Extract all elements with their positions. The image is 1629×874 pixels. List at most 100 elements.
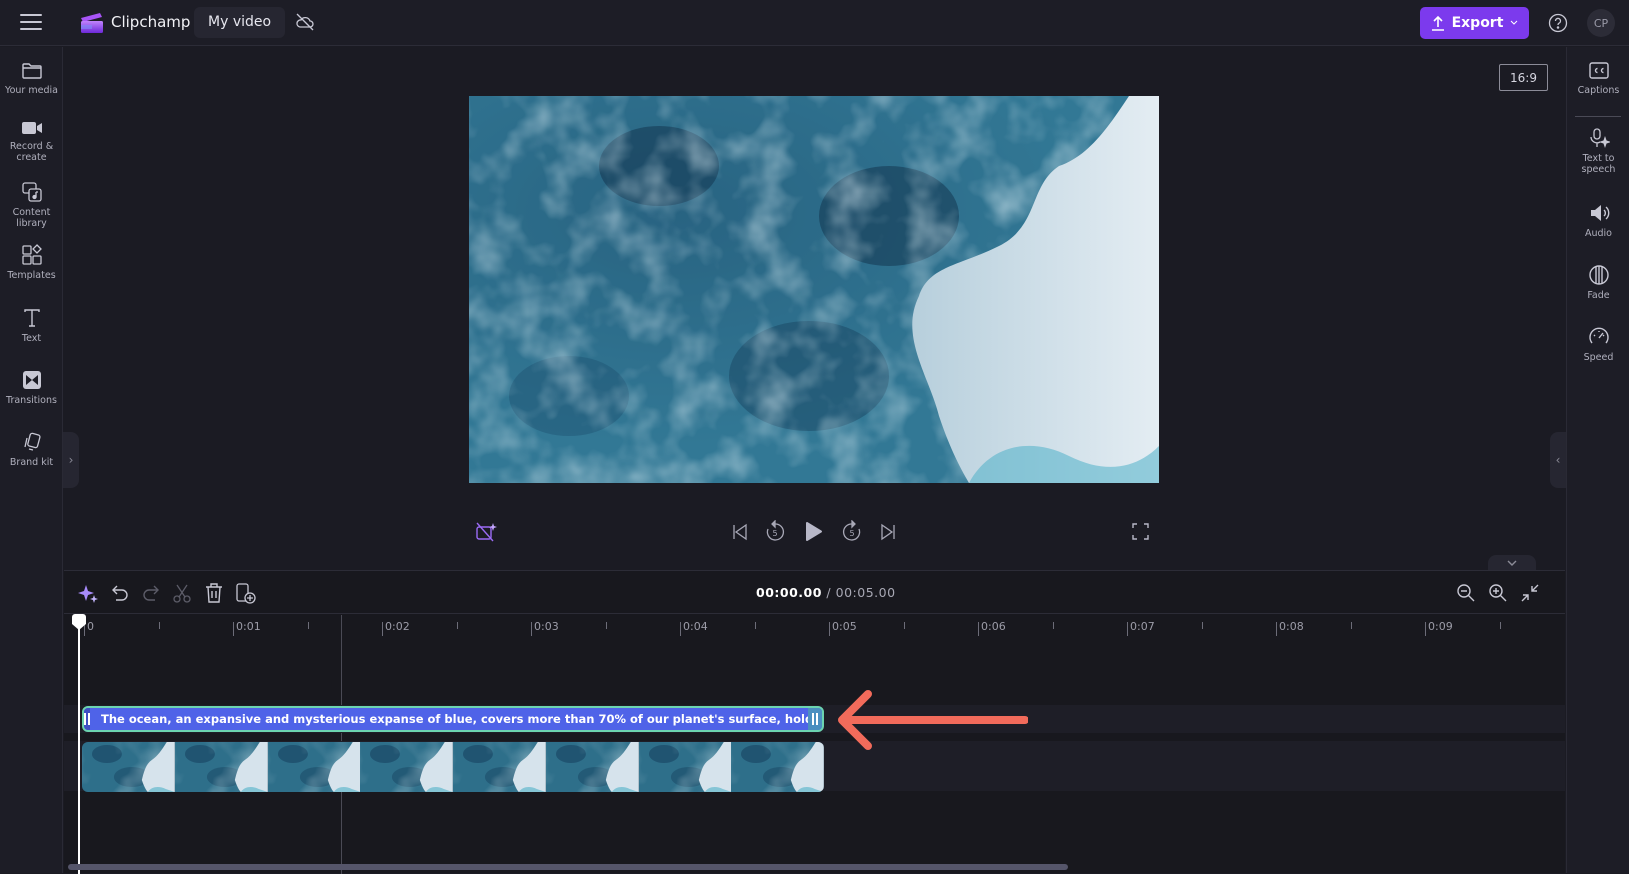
ruler-minor-tick — [1201, 622, 1203, 629]
sidebar-label: Text — [21, 333, 42, 344]
split-scissors-icon[interactable] — [171, 582, 193, 604]
fit-timeline-icon[interactable] — [1519, 582, 1541, 604]
ai-magic-icon[interactable] — [77, 582, 99, 604]
ruler-major-tick — [1127, 622, 1128, 636]
ruler-minor-tick — [1499, 622, 1501, 629]
sidebar-item-record-create[interactable]: Record & create — [0, 119, 63, 163]
ruler-minor-tick — [307, 622, 309, 629]
ruler-major-tick — [382, 622, 383, 636]
hamburger-icon[interactable] — [20, 14, 42, 32]
video-thumbnail — [545, 742, 639, 792]
playhead-line — [78, 615, 80, 874]
chevron-down-icon — [1511, 20, 1518, 25]
sidebar-item-text[interactable]: Text — [0, 307, 63, 344]
collapse-right-panel-button[interactable]: ‹ — [1550, 432, 1566, 488]
audio-icon — [1590, 205, 1609, 221]
video-preview[interactable] — [469, 96, 1159, 483]
ruler-minor-tick — [1350, 622, 1352, 629]
ruler-minor-tick — [754, 622, 756, 629]
ruler-minor-tick — [158, 622, 160, 629]
top-bar: Clipchamp My video Export CP — [0, 0, 1629, 46]
sidebar-item-fade[interactable]: Fade — [1567, 264, 1629, 301]
sidebar-label: Audio — [1584, 228, 1612, 239]
play-icon[interactable] — [805, 521, 823, 542]
ruler-major-tick — [531, 622, 532, 636]
captions-icon — [1588, 62, 1609, 79]
skip-to-start-icon[interactable] — [732, 523, 748, 541]
brand-name: Clipchamp — [111, 13, 191, 31]
fade-icon — [1588, 265, 1609, 285]
video-clip[interactable] — [82, 742, 824, 792]
upload-icon — [1431, 15, 1444, 31]
redo-icon[interactable] — [140, 582, 162, 604]
zoom-out-icon[interactable] — [1455, 582, 1477, 604]
sidebar-label: Captions — [1577, 85, 1620, 96]
sidebar-label: Text to speech — [1581, 153, 1616, 175]
help-icon[interactable] — [1548, 13, 1568, 33]
delete-icon[interactable] — [203, 582, 225, 604]
undo-icon[interactable] — [109, 582, 131, 604]
timeline-horizontal-scrollbar[interactable] — [68, 864, 1068, 870]
right-sidebar: Captions Text to speech Audio Fade Speed — [1566, 47, 1629, 873]
duplicate-icon[interactable] — [234, 582, 256, 604]
user-avatar[interactable]: CP — [1587, 9, 1615, 37]
caption-clip-text: The ocean, an expansive and mysterious e… — [101, 712, 822, 726]
video-thumbnail — [82, 742, 175, 792]
timeline: 00:00.00 / 00:05.00 0 0:01 0:02 0:03 0:04 0:0… — [64, 570, 1565, 874]
video-thumbnail — [267, 742, 361, 792]
cloud-off-icon[interactable] — [295, 12, 315, 32]
collapse-left-panel-button[interactable]: › — [63, 432, 79, 488]
ruler-tick-label: 0:02 — [385, 620, 410, 633]
ruler-minor-tick — [605, 622, 607, 629]
playhead-handle[interactable] — [72, 614, 86, 624]
ruler-tick-label: 0:08 — [1279, 620, 1304, 633]
sidebar-item-audio[interactable]: Audio — [1567, 202, 1629, 239]
ruler-major-tick — [233, 622, 234, 636]
svg-text:5: 5 — [849, 529, 854, 538]
content-library-icon — [21, 182, 42, 202]
forward-5-seconds-icon[interactable]: 5 — [842, 520, 862, 542]
collapse-preview-button[interactable] — [1488, 555, 1536, 570]
ai-caption-toggle-icon[interactable] — [476, 522, 498, 542]
ruler-tick-label: 0:05 — [832, 620, 857, 633]
ruler-tick-label: 0:01 — [236, 620, 261, 633]
ruler-tick-label: 0 — [87, 620, 94, 633]
caption-clip[interactable]: The ocean, an expansive and mysterious e… — [82, 706, 824, 732]
time-separator: / — [826, 585, 832, 600]
sidebar-item-content-library[interactable]: Content library — [0, 181, 63, 229]
video-thumbnail — [360, 742, 453, 792]
timeline-ruler[interactable]: 0 0:01 0:02 0:03 0:04 0:05 0:06 0:07 0:08 0:09 — [64, 613, 1565, 643]
video-thumbnail — [453, 742, 546, 792]
current-time: 00:00.00 — [756, 585, 822, 600]
video-thumbnail — [731, 742, 824, 792]
sidebar-item-transitions[interactable]: Transitions — [0, 369, 63, 406]
ruler-major-tick — [978, 622, 979, 636]
clip-trim-handle-left[interactable] — [84, 708, 90, 730]
skip-to-end-icon[interactable] — [880, 523, 896, 541]
project-title-button[interactable]: My video — [194, 7, 286, 38]
ruler-major-tick — [680, 622, 681, 636]
sidebar-item-brand-kit[interactable]: Brand kit — [0, 431, 63, 468]
sidebar-item-your-media[interactable]: Your media — [0, 61, 63, 96]
chevron-down-icon — [1507, 560, 1517, 566]
sidebar-label: Brand kit — [9, 457, 54, 468]
video-thumbnail — [638, 742, 732, 792]
export-button[interactable]: Export — [1420, 7, 1529, 39]
sidebar-label: Content library — [12, 207, 51, 229]
fullscreen-icon[interactable] — [1132, 523, 1149, 540]
ruler-major-tick — [1425, 622, 1426, 636]
sidebar-item-text-to-speech[interactable]: Text to speech — [1567, 127, 1629, 175]
sidebar-label: Transitions — [6, 395, 57, 406]
ruler-minor-tick — [1052, 622, 1054, 629]
clip-trim-handle-right[interactable] — [808, 708, 822, 730]
chevron-left-icon: ‹ — [1555, 453, 1561, 467]
sidebar-item-speed[interactable]: Speed — [1567, 326, 1629, 363]
brand-kit-icon — [23, 432, 41, 451]
sidebar-item-templates[interactable]: Templates — [0, 244, 63, 281]
timecode: 00:00.00 / 00:05.00 — [756, 585, 896, 600]
sidebar-item-captions[interactable]: Captions — [1567, 61, 1629, 96]
ruler-minor-tick — [903, 622, 905, 629]
aspect-ratio-button[interactable]: 16:9 — [1499, 64, 1548, 91]
rewind-5-seconds-icon[interactable]: 5 — [765, 520, 785, 542]
zoom-in-icon[interactable] — [1487, 582, 1509, 604]
